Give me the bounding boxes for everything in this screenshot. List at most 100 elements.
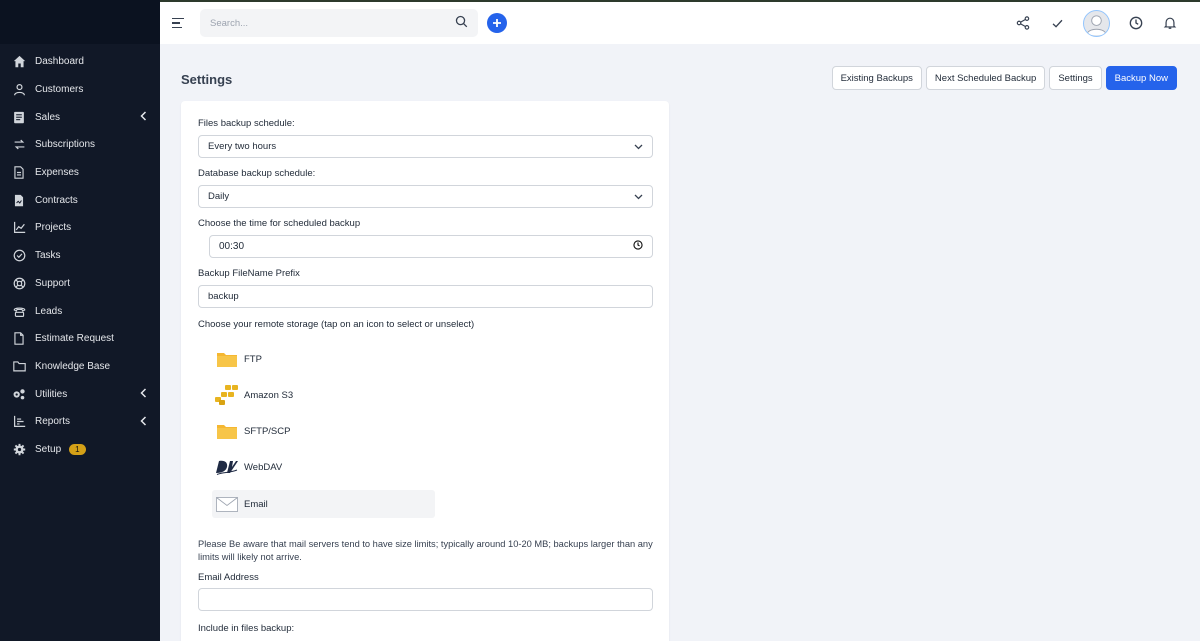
sidebar-item-label: Dashboard xyxy=(35,56,84,68)
sidebar-item-label: Tasks xyxy=(35,250,61,262)
sidebar-item-sales[interactable]: Sales xyxy=(0,103,160,131)
include-files-label: Include in files backup: xyxy=(198,623,295,634)
sidebar-item-label: Subscriptions xyxy=(35,139,96,151)
storage-option-label: WebDAV xyxy=(244,461,283,473)
sidebar-item-dashboard[interactable]: Dashboard xyxy=(0,48,160,76)
storage-option-amazon-s3[interactable]: Amazon S3 xyxy=(212,381,435,409)
share-icon[interactable] xyxy=(1015,15,1031,31)
sidebar-item-label: Customers xyxy=(35,84,84,96)
clock-icon[interactable] xyxy=(1128,15,1144,31)
sidebar-item-expenses[interactable]: Expenses xyxy=(0,159,160,187)
email-address-input[interactable] xyxy=(198,588,653,611)
check-icon[interactable] xyxy=(1049,15,1065,31)
setup-badge: 1 xyxy=(69,443,86,455)
sidebar-item-contracts[interactable]: Contracts xyxy=(0,186,160,214)
existing-backups-button[interactable]: Existing Backups xyxy=(831,66,922,90)
bar-chart-icon xyxy=(12,415,26,429)
prefix-value: backup xyxy=(208,291,239,302)
receipt-icon xyxy=(12,110,26,124)
files-schedule-select[interactable]: Every two hours xyxy=(198,135,653,158)
settings-button[interactable]: Settings xyxy=(1049,66,1102,90)
gear-icon xyxy=(12,442,26,456)
phone-icon xyxy=(12,304,26,318)
search-input[interactable] xyxy=(210,17,455,29)
sidebar-item-customers[interactable]: Customers xyxy=(0,76,160,104)
storage-option-label: Email xyxy=(244,498,268,510)
prefix-input[interactable]: backup xyxy=(198,285,653,308)
lifebuoy-icon xyxy=(12,276,26,290)
clock-icon[interactable] xyxy=(633,240,643,253)
chevron-left-icon xyxy=(138,387,148,401)
db-schedule-select[interactable]: Daily xyxy=(198,185,653,208)
sidebar-item-subscriptions[interactable]: Subscriptions xyxy=(0,131,160,159)
storage-option-label: Amazon S3 xyxy=(244,389,294,401)
next-scheduled-backup-button[interactable]: Next Scheduled Backup xyxy=(925,66,1046,90)
prefix-label: Backup FileName Prefix xyxy=(198,268,300,279)
sidebar-item-tasks[interactable]: Tasks xyxy=(0,242,160,270)
chevron-down-icon xyxy=(633,192,643,202)
files-schedule-label: Files backup schedule: xyxy=(198,118,295,129)
search-bar xyxy=(200,9,478,37)
email-address-label: Email Address xyxy=(198,572,259,583)
plus-icon xyxy=(493,19,501,27)
chevron-left-icon xyxy=(138,415,148,429)
storage-option-label: FTP xyxy=(244,353,262,365)
settings-card: Files backup schedule: Every two hours D… xyxy=(181,101,669,641)
topbar xyxy=(160,0,1200,44)
sidebar: Dashboard Customers Sales Subscriptions … xyxy=(0,0,160,641)
sidebar-item-support[interactable]: Support xyxy=(0,270,160,298)
email-size-note: Please Be aware that mail servers tend t… xyxy=(198,539,653,562)
sidebar-item-label: Expenses xyxy=(35,167,79,179)
contract-icon xyxy=(12,193,26,207)
sidebar-item-label: Utilities xyxy=(35,388,68,400)
sidebar-item-label: Knowledge Base xyxy=(35,360,111,372)
webdav-icon xyxy=(214,456,240,478)
sidebar-item-reports[interactable]: Reports xyxy=(0,408,160,436)
sidebar-item-setup[interactable]: Setup 1 xyxy=(0,436,160,464)
sidebar-item-estimate-request[interactable]: Estimate Request xyxy=(0,325,160,353)
backup-actions: Existing Backups Next Scheduled Backup S… xyxy=(831,66,1177,90)
sidebar-item-label: Contracts xyxy=(35,194,78,206)
sidebar-item-label: Projects xyxy=(35,222,72,234)
file-icon xyxy=(12,166,26,180)
gears-icon xyxy=(12,387,26,401)
quick-add-button[interactable] xyxy=(487,13,507,33)
email-icon xyxy=(214,493,240,515)
storage-option-sftp[interactable]: SFTP/SCP xyxy=(212,417,435,445)
storage-option-ftp[interactable]: FTP xyxy=(212,345,435,373)
time-value: 00:30 xyxy=(219,241,245,252)
sidebar-item-projects[interactable]: Projects xyxy=(0,214,160,242)
sidebar-item-label: Leads xyxy=(35,305,63,317)
folder-icon xyxy=(214,348,240,370)
user-icon xyxy=(12,83,26,97)
sidebar-item-label: Setup xyxy=(35,443,62,455)
db-schedule-value: Daily xyxy=(208,191,230,202)
amazon-s3-icon xyxy=(214,384,240,406)
bell-icon[interactable] xyxy=(1162,15,1178,31)
db-schedule-label: Database backup schedule: xyxy=(198,168,316,179)
sidebar-item-label: Support xyxy=(35,277,71,289)
search-icon[interactable] xyxy=(455,15,468,31)
backup-now-button[interactable]: Backup Now xyxy=(1105,66,1177,90)
chart-icon xyxy=(12,221,26,235)
storage-label: Choose your remote storage (tap on an ic… xyxy=(198,319,475,330)
sidebar-item-utilities[interactable]: Utilities xyxy=(0,380,160,408)
sidebar-item-leads[interactable]: Leads xyxy=(0,297,160,325)
sidebar-item-label: Sales xyxy=(35,111,61,123)
sidebar-item-knowledge-base[interactable]: Knowledge Base xyxy=(0,353,160,381)
storage-option-webdav[interactable]: WebDAV xyxy=(212,453,435,481)
check-circle-icon xyxy=(12,249,26,263)
folder-icon xyxy=(214,420,240,442)
storage-option-email[interactable]: Email xyxy=(212,490,435,518)
time-input[interactable]: 00:30 xyxy=(209,235,653,258)
menu-toggle-icon[interactable] xyxy=(172,18,184,28)
sidebar-item-label: Estimate Request xyxy=(35,333,114,345)
sidebar-item-label: Reports xyxy=(35,416,71,428)
folder-icon xyxy=(12,359,26,373)
time-label: Choose the time for scheduled backup xyxy=(198,218,361,229)
files-schedule-value: Every two hours xyxy=(208,141,277,152)
sidebar-logo-area xyxy=(0,0,160,44)
chevron-down-icon xyxy=(633,142,643,152)
page-title: Settings xyxy=(181,72,233,87)
avatar[interactable] xyxy=(1083,9,1110,37)
